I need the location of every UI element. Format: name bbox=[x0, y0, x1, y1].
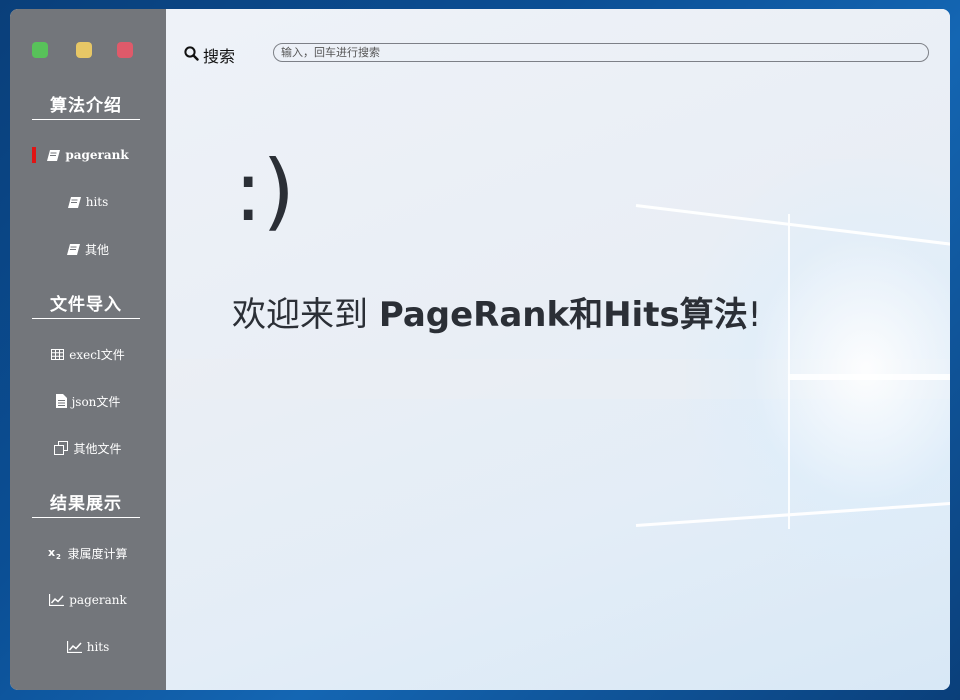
sidebar-item-other-file[interactable]: 其他文件 bbox=[10, 434, 166, 462]
sidebar-item-label: execl文件 bbox=[69, 347, 125, 362]
sidebar-item-label: json文件 bbox=[71, 394, 121, 409]
svg-text:2: 2 bbox=[56, 553, 61, 559]
book-icon bbox=[67, 196, 81, 208]
maximize-button[interactable] bbox=[32, 42, 48, 58]
book-icon bbox=[47, 149, 61, 161]
sidebar-item-label: 隶属度计算 bbox=[67, 546, 128, 561]
sidebar-item-label: pagerank bbox=[69, 593, 127, 607]
section-title-results: 结果展示 bbox=[32, 489, 140, 518]
main-content: 搜索 :) 欢迎来到 PageRank和Hits算法! bbox=[166, 9, 950, 690]
sidebar-item-hits-results[interactable]: hits bbox=[10, 633, 166, 661]
line-chart-icon bbox=[49, 594, 65, 606]
welcome-heading: 欢迎来到 PageRank和Hits算法! bbox=[232, 287, 761, 336]
welcome-highlight: PageRank和Hits算法 bbox=[378, 295, 748, 335]
close-button[interactable] bbox=[117, 42, 133, 58]
sidebar-item-other-intro[interactable]: 其他 bbox=[10, 235, 166, 263]
background-glow bbox=[686, 159, 950, 579]
search-icon[interactable] bbox=[184, 46, 199, 61]
sidebar: 算法介绍 pagerank hits 其他 文件导入 execl文件 json文… bbox=[10, 9, 166, 690]
section-title-algorithms: 算法介绍 bbox=[32, 91, 140, 120]
file-text-icon bbox=[55, 394, 67, 408]
sidebar-item-json-file[interactable]: json文件 bbox=[10, 387, 166, 415]
background-light-beam bbox=[788, 214, 790, 529]
sidebar-item-label: hits bbox=[85, 195, 109, 209]
welcome-suffix: ! bbox=[747, 295, 762, 335]
subscript-icon: x2 bbox=[48, 547, 61, 559]
section-title-file-import: 文件导入 bbox=[32, 290, 140, 319]
search-label: 搜索 bbox=[203, 47, 236, 66]
sidebar-item-label: 其他文件 bbox=[73, 441, 122, 456]
sidebar-item-label: pagerank bbox=[65, 148, 129, 162]
sidebar-item-label: hits bbox=[86, 640, 110, 654]
sidebar-item-hits-intro[interactable]: hits bbox=[10, 188, 166, 216]
search-input[interactable] bbox=[273, 43, 929, 62]
minimize-button[interactable] bbox=[76, 42, 92, 58]
book-icon bbox=[66, 243, 80, 255]
window-controls bbox=[32, 42, 142, 58]
line-chart-icon bbox=[66, 641, 82, 653]
active-indicator bbox=[32, 147, 36, 163]
welcome-prefix: 欢迎来到 bbox=[232, 295, 379, 335]
sidebar-item-label: 其他 bbox=[84, 242, 109, 257]
sidebar-item-excel-file[interactable]: execl文件 bbox=[10, 340, 166, 368]
app-window: 算法介绍 pagerank hits 其他 文件导入 execl文件 json文… bbox=[10, 9, 950, 690]
sidebar-item-membership-calc[interactable]: x2 隶属度计算 bbox=[10, 539, 166, 567]
sidebar-item-pagerank-results[interactable]: pagerank bbox=[10, 586, 166, 614]
smiley-emoticon: :) bbox=[234, 142, 296, 240]
svg-text:x: x bbox=[48, 547, 55, 559]
copy-icon bbox=[54, 441, 69, 455]
sidebar-item-pagerank-intro[interactable]: pagerank bbox=[10, 141, 166, 169]
table-icon bbox=[51, 348, 65, 360]
background-light-beam bbox=[788, 374, 950, 380]
